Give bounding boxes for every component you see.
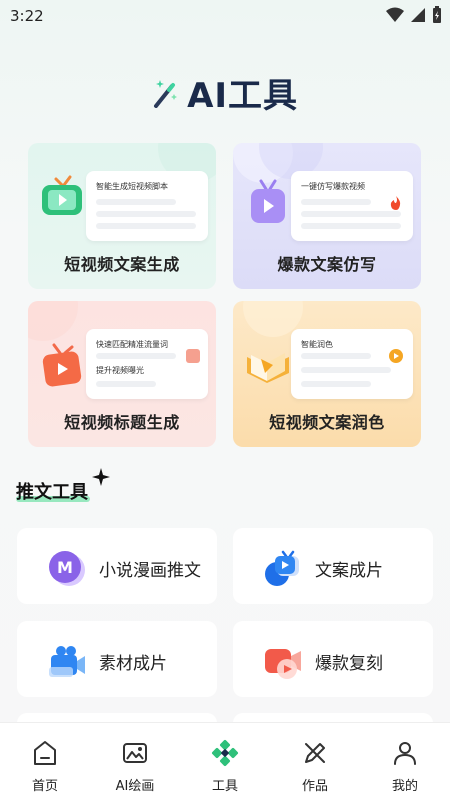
card-label: 短视频标题生成 bbox=[64, 413, 180, 432]
card-preview-doc: 快速匹配精准流量词 提升视频曝光 bbox=[86, 329, 208, 399]
card-preview-doc: 智能润色 bbox=[291, 329, 413, 399]
page-title: AI工具 bbox=[0, 68, 450, 117]
card-doc-title: 一键仿写爆款视频 bbox=[301, 182, 365, 191]
card-label: 爆款文案仿写 bbox=[277, 255, 377, 274]
bottom-nav: 首页 AI绘画 工具 作品 我的 bbox=[0, 722, 450, 800]
tool-novel-comic[interactable]: M 小说漫画推文 bbox=[17, 528, 217, 604]
tools-icon bbox=[211, 739, 239, 767]
magic-wand-icon bbox=[153, 79, 177, 108]
tool-label: 文案成片 bbox=[315, 561, 383, 581]
tv-icon bbox=[42, 343, 82, 387]
battery-icon bbox=[433, 6, 441, 23]
tv-icon bbox=[42, 175, 82, 215]
card-doc-title: 快速匹配精准流量词 bbox=[96, 340, 168, 349]
video-camera-icon bbox=[49, 646, 85, 677]
page-title-text: AI工具 bbox=[187, 76, 299, 116]
status-icons bbox=[386, 6, 442, 24]
card-doc-title: 智能生成短视频脚本 bbox=[96, 182, 168, 191]
tool-label: 爆款复刻 bbox=[315, 654, 383, 674]
signal-icon bbox=[411, 8, 425, 22]
sparkle-icon bbox=[92, 468, 110, 486]
nav-item-profile[interactable]: 我的 bbox=[360, 723, 450, 800]
card-label: 短视频文案生成 bbox=[64, 255, 180, 274]
book-icon bbox=[247, 353, 289, 383]
status-bar: 3:22 bbox=[0, 0, 450, 32]
works-icon bbox=[305, 743, 325, 763]
feature-card-script[interactable]: 智能生成短视频脚本 短视频文案生成 bbox=[28, 143, 216, 289]
home-icon bbox=[34, 741, 56, 765]
wifi-icon bbox=[386, 7, 404, 22]
novel-comic-icon: M bbox=[49, 551, 85, 586]
copy-video-icon bbox=[265, 550, 299, 586]
tool-viral-replicate[interactable]: 爆款复刻 bbox=[233, 621, 433, 697]
nav-item-home[interactable]: 首页 bbox=[0, 723, 90, 800]
nav-label: AI绘画 bbox=[115, 779, 155, 794]
fire-icon bbox=[390, 196, 401, 210]
tool-material-to-video[interactable]: 素材成片 bbox=[17, 621, 217, 697]
image-icon bbox=[123, 743, 147, 763]
nav-label: 工具 bbox=[211, 779, 238, 794]
novel-comic-icon-letter: M bbox=[57, 558, 73, 577]
nav-label: 我的 bbox=[391, 779, 418, 794]
card-doc-title: 智能润色 bbox=[301, 340, 333, 349]
profile-icon bbox=[394, 742, 416, 765]
nav-item-ai-painting[interactable]: AI绘画 bbox=[90, 723, 180, 800]
card-label: 短视频文案润色 bbox=[269, 413, 385, 432]
status-time: 3:22 bbox=[10, 7, 44, 25]
nav-item-works[interactable]: 作品 bbox=[270, 723, 360, 800]
feature-card-polish[interactable]: 智能润色 短视频文案润色 bbox=[233, 301, 421, 447]
tv-icon bbox=[251, 179, 285, 223]
section-title: 推文工具 bbox=[16, 482, 88, 503]
nav-item-tools[interactable]: 工具 bbox=[180, 723, 270, 800]
feature-card-title[interactable]: 快速匹配精准流量词 提升视频曝光 短视频标题生成 bbox=[28, 301, 216, 447]
card-preview-doc: 一键仿写爆款视频 bbox=[291, 171, 413, 241]
feature-card-imitate[interactable]: 一键仿写爆款视频 爆款文案仿写 bbox=[233, 143, 421, 289]
nav-label: 作品 bbox=[301, 779, 328, 794]
video-record-icon bbox=[265, 649, 301, 679]
card-doc-subtitle: 提升视频曝光 bbox=[96, 366, 144, 375]
card-preview-doc: 智能生成短视频脚本 bbox=[86, 171, 208, 241]
play-icon bbox=[389, 349, 403, 363]
tool-copy-to-video[interactable]: 文案成片 bbox=[233, 528, 433, 604]
tool-label: 小说漫画推文 bbox=[99, 561, 201, 581]
nav-label: 首页 bbox=[31, 779, 58, 794]
tool-label: 素材成片 bbox=[99, 654, 167, 674]
hot-badge bbox=[186, 349, 200, 363]
